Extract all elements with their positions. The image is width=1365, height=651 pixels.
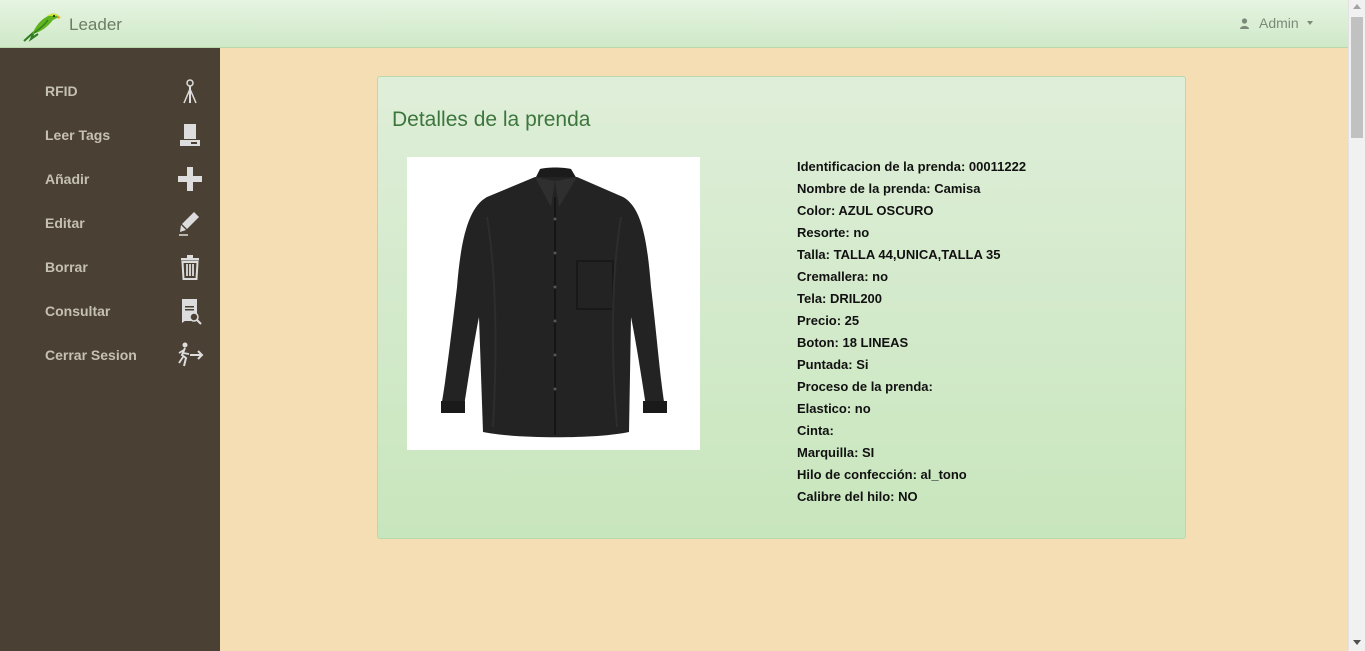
detail-resorte: Resorte: no bbox=[797, 225, 870, 240]
search-document-icon bbox=[182, 299, 202, 325]
detail-identificacion: Identificacion de la prenda: 00011222 bbox=[797, 159, 1027, 174]
vertical-scrollbar[interactable] bbox=[1348, 0, 1365, 651]
detail-color: Color: AZUL OSCURO bbox=[797, 203, 934, 218]
pencil-icon bbox=[179, 212, 199, 236]
sidebar-item-consultar[interactable]: Consultar bbox=[0, 289, 220, 333]
detail-boton: Boton: 18 LINEAS bbox=[797, 335, 909, 350]
chevron-down-icon bbox=[1306, 21, 1313, 25]
sidebar-item-leer-tags[interactable]: Leer Tags bbox=[0, 113, 220, 157]
detail-marquilla: Marquilla: SI bbox=[797, 445, 875, 460]
sidebar-item-borrar[interactable]: Borrar bbox=[0, 245, 220, 289]
detail-hilo: Hilo de confección: al_tono bbox=[797, 467, 967, 482]
sidebar-item-label: Editar bbox=[45, 215, 85, 231]
sidebar-item-rfid[interactable]: RFID bbox=[0, 69, 220, 113]
garment-image bbox=[407, 157, 700, 450]
sidebar-item-label: Añadir bbox=[45, 171, 90, 187]
shirt-image bbox=[441, 167, 667, 438]
top-navbar: Leader Admin bbox=[0, 0, 1348, 48]
detail-tela: Tela: DRIL200 bbox=[797, 291, 883, 306]
detail-cinta: Cinta: bbox=[797, 423, 834, 438]
sidebar-item-editar[interactable]: Editar bbox=[0, 201, 220, 245]
trash-icon bbox=[181, 255, 199, 280]
parrot-logo-icon[interactable] bbox=[20, 8, 62, 46]
sidebar-item-label: Cerrar Sesion bbox=[45, 347, 137, 363]
user-icon bbox=[1240, 17, 1249, 29]
antenna-icon bbox=[183, 79, 197, 104]
plus-icon bbox=[178, 167, 202, 191]
scrollbar-thumb[interactable] bbox=[1351, 17, 1363, 138]
sidebar: RFID Leer Tags Añadir Editar Borrar Cons… bbox=[0, 48, 220, 651]
sidebar-item-label: Consultar bbox=[45, 303, 111, 319]
scroll-down-arrow-icon[interactable] bbox=[1353, 640, 1361, 645]
detail-puntada: Puntada: Si bbox=[797, 357, 869, 372]
detail-cremallera: Cremallera: no bbox=[797, 269, 889, 284]
sidebar-item-label: Leer Tags bbox=[45, 127, 111, 143]
sidebar-item-anadir[interactable]: Añadir bbox=[0, 157, 220, 201]
detail-precio: Precio: 25 bbox=[797, 313, 860, 328]
sidebar-item-cerrar-sesion[interactable]: Cerrar Sesion bbox=[0, 333, 220, 377]
logout-icon bbox=[178, 342, 204, 367]
detail-talla: Talla: TALLA 44,UNICA,TALLA 35 bbox=[797, 247, 1001, 262]
detail-calibre: Calibre del hilo: NO bbox=[797, 489, 918, 504]
reader-icon bbox=[180, 124, 200, 146]
sidebar-item-label: Borrar bbox=[45, 259, 88, 275]
detail-elastico: Elastico: no bbox=[797, 401, 871, 416]
sidebar-item-label: RFID bbox=[45, 83, 78, 99]
brand-name[interactable]: Leader bbox=[69, 15, 122, 35]
garment-details-list: Identificacion de la prenda: 00011222 No… bbox=[797, 156, 1026, 508]
detail-nombre: Nombre de la prenda: Camisa bbox=[797, 181, 981, 196]
scroll-up-arrow-icon[interactable] bbox=[1353, 4, 1361, 9]
user-menu[interactable]: Admin bbox=[1240, 15, 1313, 31]
page-title: Detalles de la prenda bbox=[392, 108, 591, 131]
garment-details-panel: Detalles de la prenda Identificacion de … bbox=[377, 76, 1186, 539]
user-name: Admin bbox=[1259, 15, 1299, 31]
detail-proceso: Proceso de la prenda: bbox=[797, 379, 933, 394]
